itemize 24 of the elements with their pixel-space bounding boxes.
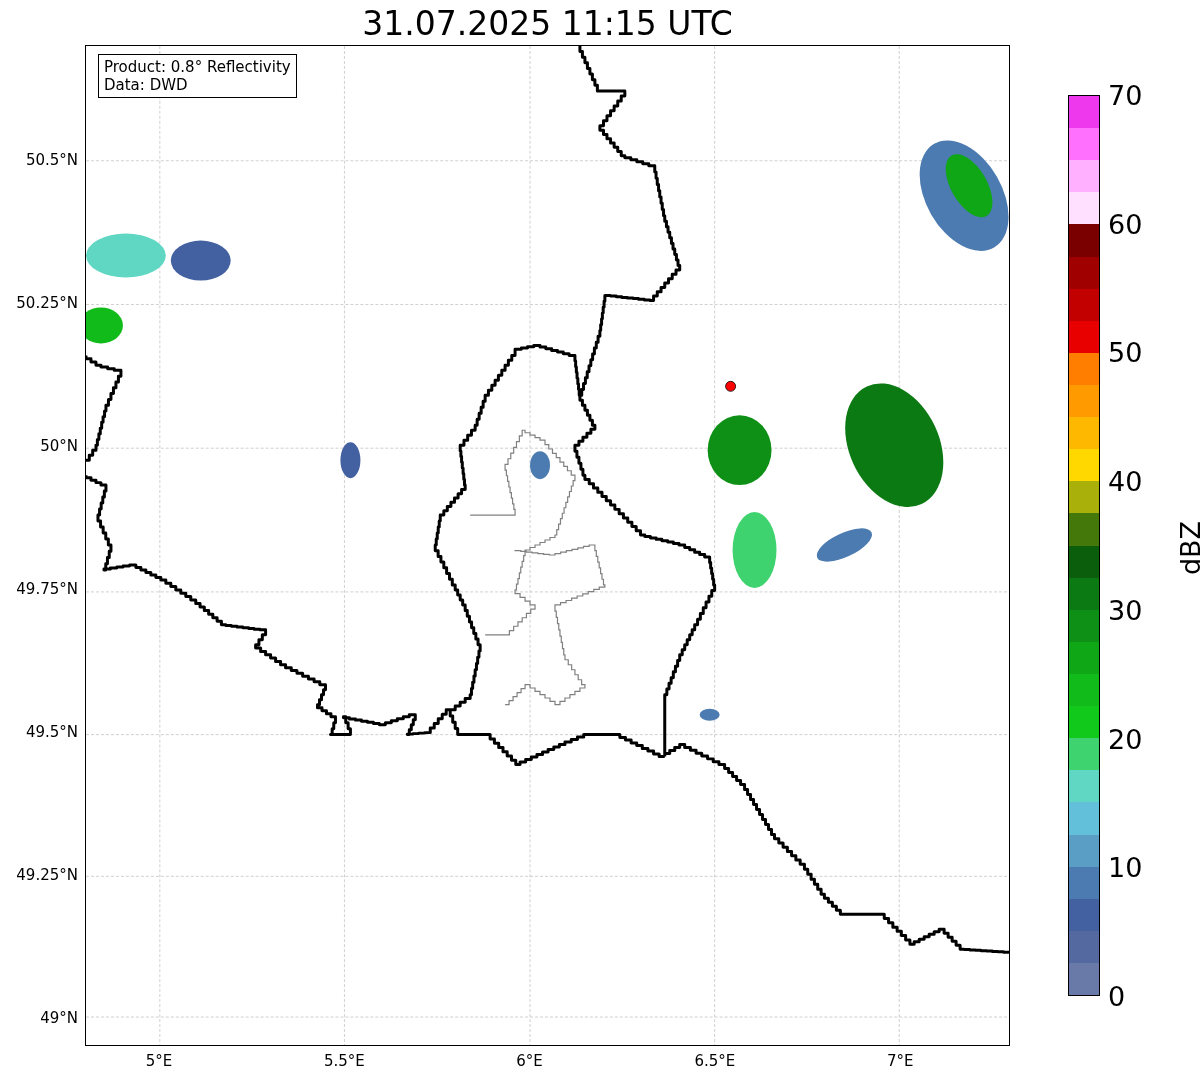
latitude-label: 50.5°N xyxy=(25,151,78,169)
colorbar-tick-label: 0 xyxy=(1108,982,1126,1010)
chart-title: 31.07.2025 11:15 UTC xyxy=(361,4,734,43)
longitude-label: 5°E xyxy=(145,1052,173,1070)
longitude-label: 5.5°E xyxy=(323,1052,365,1070)
longitude-label: 6°E xyxy=(516,1052,543,1070)
info-text: Product: 0.8° Reflectivity xyxy=(104,58,291,76)
colorbar-tick-label: 20 xyxy=(1108,725,1143,753)
colorbar-tick-label: 30 xyxy=(1108,596,1143,624)
latitude-label: 49.25°N xyxy=(16,866,78,884)
colorbar-tick-label: 60 xyxy=(1108,210,1143,238)
colorbar-tick-label: 50 xyxy=(1108,338,1143,366)
longitude-label: 7°E xyxy=(886,1052,914,1070)
latitude-label: 49.5°N xyxy=(25,723,78,741)
latitude-label: 50.25°N xyxy=(16,294,78,312)
colorbar-tick-label: 10 xyxy=(1108,853,1143,881)
colorbar-tick-label: 70 xyxy=(1108,81,1143,109)
longitude-label: 6.5°E xyxy=(694,1052,736,1070)
colorbar-tick-label: 40 xyxy=(1108,467,1143,495)
latitude-label: 50°N xyxy=(40,437,78,455)
latitude-label: 49°N xyxy=(40,1009,78,1027)
latitude-label: 49.75°N xyxy=(16,580,78,598)
info-text: Data: DWD xyxy=(104,76,189,94)
colorbar-label: dBZ xyxy=(1174,520,1202,576)
